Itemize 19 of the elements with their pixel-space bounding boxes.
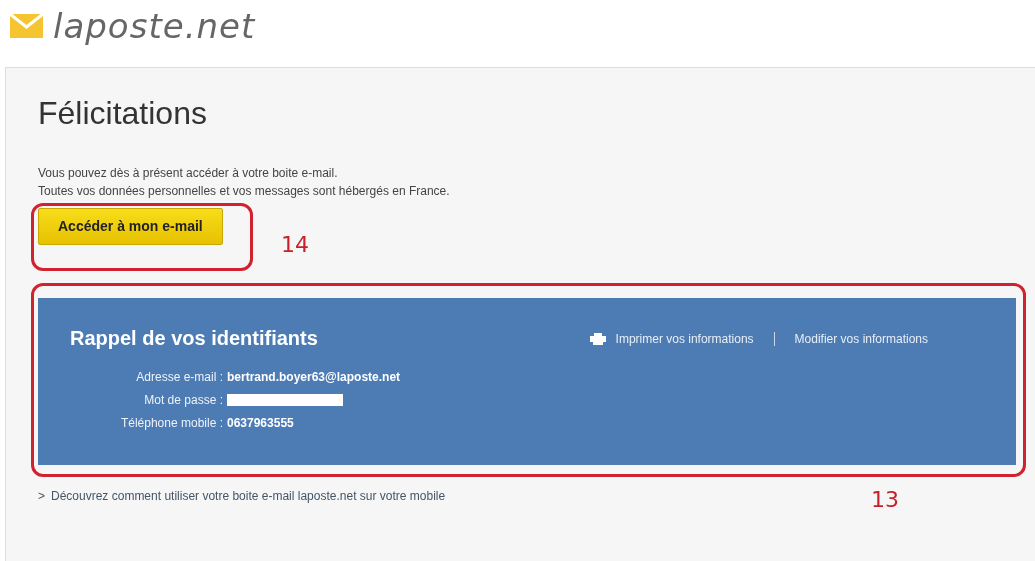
- field-value: 0637963555: [227, 415, 295, 433]
- panel-heading: Rappel de vos identifiants: [70, 326, 318, 351]
- page-title: Félicitations: [38, 94, 208, 133]
- intro-text: Vous pouvez dès à présent accéder à votre boite e-mail.: [38, 165, 339, 183]
- chevron-icon: >: [38, 487, 45, 506]
- envelope-icon: [10, 13, 43, 38]
- logo-text: laposte.net: [53, 8, 256, 43]
- annotation-number: 14: [281, 231, 309, 259]
- field-label: Téléphone mobile :: [119, 415, 223, 433]
- access-email-button[interactable]: Accéder à mon e-mail: [38, 208, 223, 246]
- printer-icon[interactable]: [589, 333, 606, 346]
- action-link[interactable]: Modifier vos informations: [794, 330, 928, 349]
- mobile-link[interactable]: Découvrez comment utiliser votre boite e-mail laposte.net sur votre mobile: [51, 487, 446, 506]
- field-value: bertrand.boyer63@laposte.net: [227, 369, 402, 387]
- field-label: Mot de passe :: [143, 392, 223, 410]
- intro-text: Toutes vos données personnelles et vos messages sont hébergés en France.: [38, 183, 451, 201]
- annotation-number: 13: [871, 486, 899, 514]
- field-label: Adresse e-mail :: [135, 369, 223, 387]
- action-link[interactable]: Imprimer vos informations: [615, 330, 754, 349]
